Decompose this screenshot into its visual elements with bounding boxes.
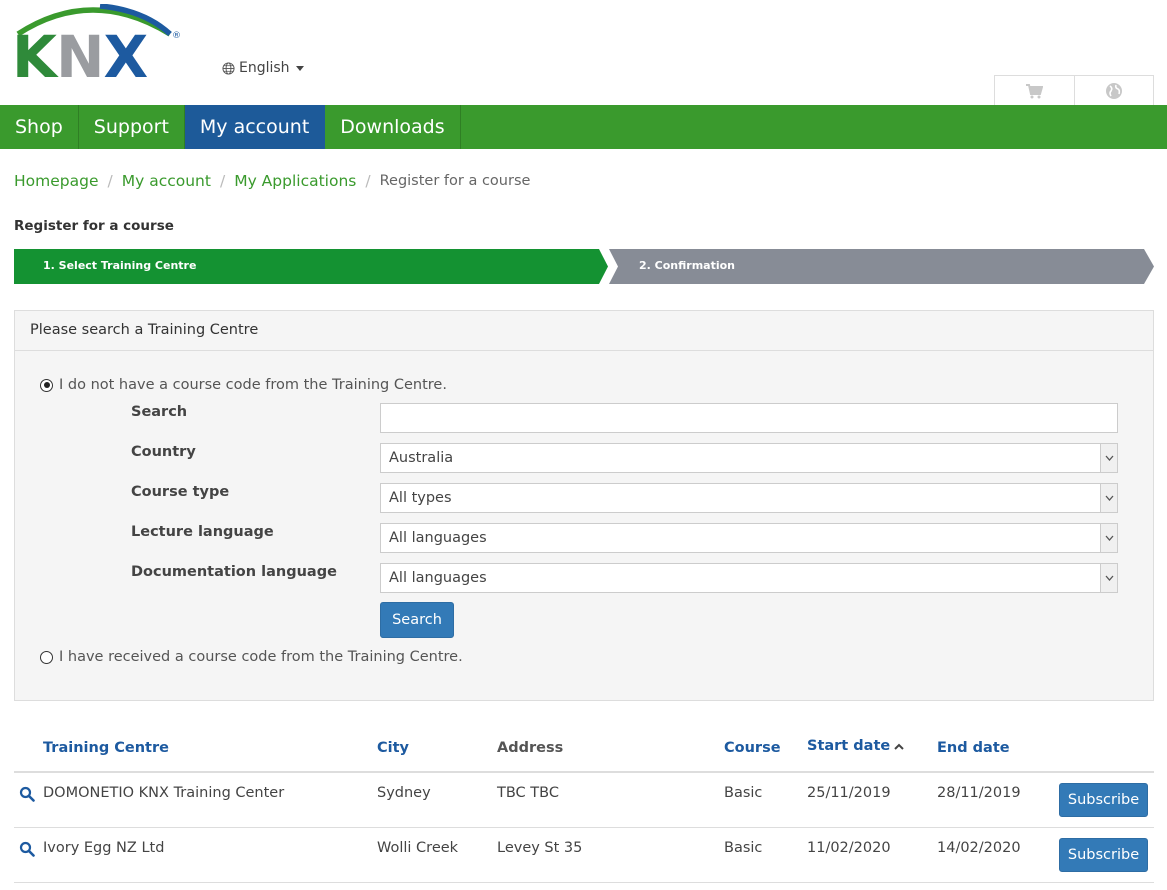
search-icon[interactable] (19, 841, 35, 857)
cell-start-date: 11/02/2020 (807, 840, 891, 856)
country-select[interactable]: Australia (380, 443, 1118, 473)
step-indicator: 1. Select Training Centre 2. Confirmatio… (14, 249, 1154, 284)
breadcrumb-separator: / (107, 172, 113, 190)
cart-button[interactable] (995, 76, 1075, 105)
globe-icon (1105, 82, 1122, 99)
column-course[interactable]: Course (724, 740, 781, 756)
cell-training-centre: Ivory Egg NZ Ltd (43, 840, 165, 856)
row-divider (14, 882, 1154, 883)
radio-have-code[interactable] (40, 650, 53, 664)
cell-end-date: 14/02/2020 (937, 840, 1021, 856)
breadcrumb-homepage[interactable]: Homepage (14, 172, 99, 190)
main-nav: Shop Support My account Downloads (0, 105, 1167, 149)
chevron-down-icon (1100, 524, 1117, 552)
option-no-code[interactable]: I do not have a course code from the Tra… (40, 377, 447, 393)
search-panel: Please search a Training Centre I do not… (14, 310, 1154, 701)
subscribe-button[interactable]: Subscribe (1059, 783, 1148, 817)
sort-ascending-icon (894, 743, 904, 750)
chevron-down-icon (295, 65, 304, 71)
breadcrumb-current: Register for a course (379, 173, 531, 189)
lecture-language-select[interactable]: All languages (380, 523, 1118, 553)
svg-text:®: ® (172, 31, 181, 41)
nav-downloads[interactable]: Downloads (325, 105, 461, 149)
subscribe-button[interactable]: Subscribe (1059, 838, 1148, 872)
globe-small-icon (222, 61, 235, 75)
breadcrumb-separator: / (365, 172, 371, 190)
knx-logo[interactable]: KNX ® (12, 4, 184, 80)
step-2-label: 2. Confirmation (639, 259, 736, 272)
panel-title: Please search a Training Centre (15, 311, 1153, 351)
chevron-down-icon (1100, 444, 1117, 472)
cell-address: Levey St 35 (497, 840, 583, 856)
logo-x: X (104, 23, 148, 80)
doc-language-value: All languages (389, 570, 487, 586)
option-have-code[interactable]: I have received a course code from the T… (40, 649, 463, 665)
breadcrumb: Homepage / My account / My Applications … (14, 172, 530, 190)
breadcrumb-my-applications[interactable]: My Applications (234, 172, 356, 190)
cell-course: Basic (724, 785, 763, 801)
cell-address: TBC TBC (497, 785, 559, 801)
cell-city: Wolli Creek (377, 840, 459, 856)
search-label: Search (131, 404, 188, 420)
cell-training-centre: DOMONETIO KNX Training Center (43, 785, 285, 801)
lecture-language-value: All languages (389, 530, 487, 546)
cart-icon (1026, 83, 1044, 98)
cell-course: Basic (724, 840, 763, 856)
nav-support[interactable]: Support (79, 105, 185, 149)
column-training-centre[interactable]: Training Centre (43, 740, 169, 756)
column-end-date[interactable]: End date (937, 740, 1010, 756)
step-1-label: 1. Select Training Centre (43, 259, 197, 272)
cell-end-date: 28/11/2019 (937, 785, 1021, 801)
logo-n: N (56, 23, 104, 80)
breadcrumb-my-account[interactable]: My account (122, 172, 211, 190)
nav-my-account[interactable]: My account (184, 105, 326, 149)
language-label: English (239, 60, 290, 76)
column-address: Address (497, 740, 564, 756)
doc-language-select[interactable]: All languages (380, 563, 1118, 593)
radio-no-code[interactable] (40, 378, 53, 392)
globe-button[interactable] (1075, 76, 1154, 105)
course-type-label: Course type (131, 484, 230, 500)
country-label: Country (131, 444, 196, 460)
language-selector[interactable]: English (222, 60, 304, 76)
option-no-code-label: I do not have a course code from the Tra… (59, 377, 447, 393)
logo-k: K (12, 23, 59, 80)
column-city[interactable]: City (377, 740, 409, 756)
table-header-divider (14, 771, 1154, 773)
cell-city: Sydney (377, 785, 431, 801)
course-type-select[interactable]: All types (380, 483, 1118, 513)
chevron-down-icon (1100, 564, 1117, 592)
svg-text:KNX: KNX (12, 23, 148, 80)
lecture-language-label: Lecture language (131, 524, 274, 540)
nav-shop[interactable]: Shop (0, 105, 79, 149)
doc-language-label: Documentation language (131, 564, 337, 580)
row-divider (14, 827, 1154, 828)
chevron-down-icon (1100, 484, 1117, 512)
country-value: Australia (389, 450, 454, 466)
column-start-date[interactable]: Start date (807, 738, 904, 754)
column-start-date-label: Start date (807, 738, 891, 754)
page-title: Register for a course (14, 218, 174, 234)
search-button[interactable]: Search (380, 602, 454, 638)
cell-start-date: 25/11/2019 (807, 785, 891, 801)
header-actions (994, 75, 1154, 105)
course-type-value: All types (389, 490, 452, 506)
breadcrumb-separator: / (219, 172, 226, 190)
search-icon[interactable] (19, 786, 35, 802)
option-have-code-label: I have received a course code from the T… (59, 649, 463, 665)
search-input[interactable] (380, 403, 1118, 433)
